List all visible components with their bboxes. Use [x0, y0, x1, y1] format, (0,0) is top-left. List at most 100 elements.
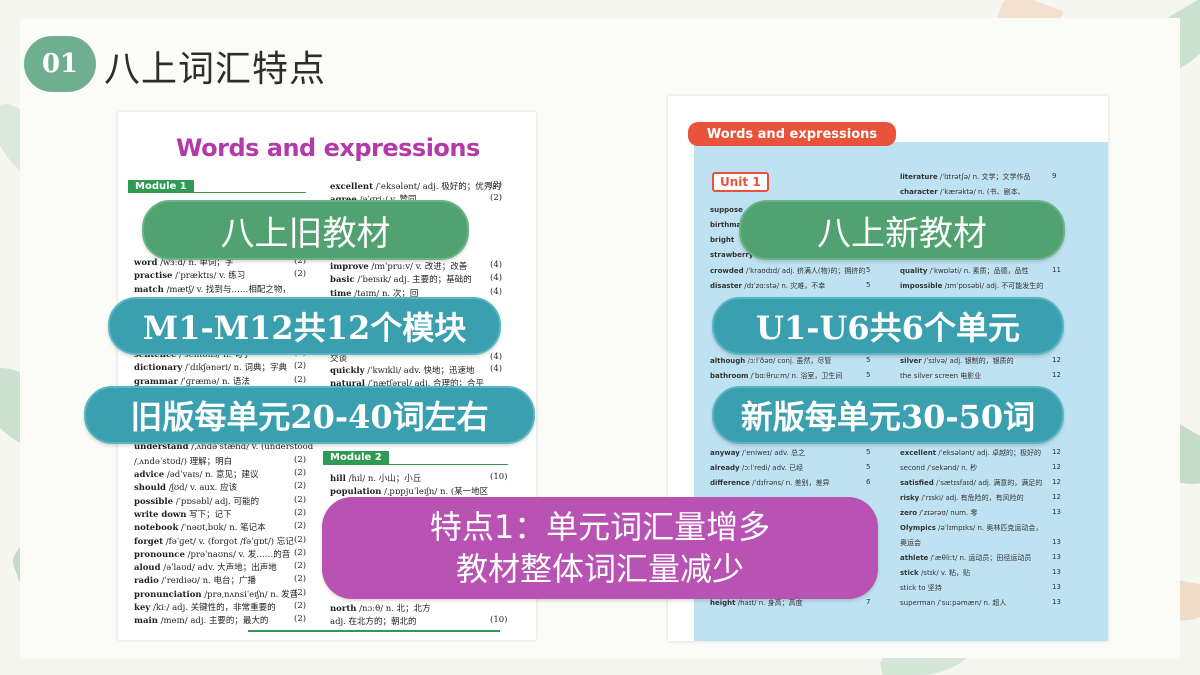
old-modules-label: M1-M12共12个模块	[108, 297, 501, 355]
vocab-page-number: (10)	[490, 472, 508, 482]
vocab-page-number: (2)	[294, 587, 307, 598]
vocab-entry: pronunciation /prəˌnʌnsiˈeɪʃn/ n. 发音	[134, 588, 298, 600]
vocab-entry: already /ɔːlˈredi/ adv. 已经	[710, 463, 803, 473]
vocab-word: excellent	[330, 182, 374, 192]
vocab-entry: disaster /dɪˈzɑːstə/ n. 灾难，不幸	[710, 281, 825, 291]
vocab-word: risky	[900, 494, 920, 502]
vocab-page-number: 7	[866, 598, 871, 606]
old-page-heading: Words and expressions	[176, 134, 480, 162]
vocab-page-number: (2)	[490, 180, 503, 190]
vocab-definition: adj. 在北方的；朝北的	[330, 617, 417, 628]
vocab-page-number: 13	[1052, 508, 1061, 516]
vocab-entry: bathroom /ˈbɑːθruːm/ n. 浴室，卫生间	[710, 371, 842, 381]
vocab-entry: practise /ˈpræktɪs/ v. 练习	[134, 269, 245, 281]
vocab-word: although	[710, 357, 746, 365]
vocab-page-number: (2)	[294, 481, 307, 492]
new-words-label: 新版每单元30-50词	[712, 386, 1064, 444]
vocab-page-number: (2)	[294, 468, 307, 478]
vocab-word: should	[134, 483, 166, 494]
vocab-word: already	[710, 464, 740, 472]
vocab-word: forget	[134, 536, 164, 547]
vocab-page-number: 9	[1052, 172, 1057, 180]
vocab-entry: hill /hɪl/ n. 小山；小丘	[330, 472, 421, 484]
vocab-entry: match /mætʃ/ v. 找到与……相配之物，	[134, 283, 291, 295]
vocab-entry: second /ˈsekənd/ n. 秒	[900, 463, 977, 473]
page-bottom-rule	[248, 630, 500, 632]
vocab-word: improve	[330, 262, 369, 272]
vocab-definition: /ˈnəʊtˌbʊk/ n. 笔记本	[178, 523, 266, 534]
vocab-entry: notebook /ˈnəʊtˌbʊk/ n. 笔记本	[134, 521, 266, 533]
vocab-entry: silver /ˈsɪlvə/ adj. 银制的，银质的	[900, 356, 1014, 366]
vocab-entry: key /kiː/ adj. 关键性的，非常重要的	[134, 601, 276, 613]
vocab-page-number: 13	[1052, 583, 1061, 591]
vocab-page-number: 13	[1052, 568, 1061, 576]
vocab-definition: /ɪmˈpruːv/ v. 改进；改善	[368, 262, 468, 272]
vocab-definition: /ˈpɒsəbl/ adj. 可能的	[173, 496, 259, 507]
vocab-word: silver	[900, 357, 922, 365]
vocab-page-number: 6	[866, 478, 871, 486]
vocab-definition: the silver screen 电影业	[900, 372, 982, 380]
vocab-word: population	[330, 487, 382, 498]
vocab-entry: write down 写下；记下	[134, 508, 232, 520]
vocab-entry: 奥运会	[900, 538, 921, 548]
vocab-entry: radio /ˈreɪdiəʊ/ n. 电台；广播	[134, 574, 256, 586]
vocab-entry: literature /ˈlɪtrətʃə/ n. 文学；文学作品	[900, 172, 1030, 182]
vocab-entry: athlete /ˈæθliːt/ n. 运动员；田径运动员	[900, 553, 1031, 563]
vocab-page-number: 12	[1052, 463, 1061, 471]
vocab-definition: stick to 坚持	[900, 584, 942, 592]
vocab-entry: stick /stɪk/ v. 粘，贴	[900, 568, 970, 578]
vocab-definition: /dɪˈzɑːstə/ n. 灾难，不幸	[742, 282, 826, 290]
vocab-page-number: 5	[866, 266, 871, 274]
vocab-page-number: 5	[866, 356, 871, 364]
vocab-word: athlete	[900, 554, 929, 562]
vocab-entry: aloud /əˈlaʊd/ adv. 大声地；出声地	[134, 561, 277, 573]
vocab-definition: /ˈkraʊdɪd/ adj. 挤满人(物)的；拥挤的	[743, 267, 866, 275]
vocab-page-number: (2)	[294, 561, 307, 572]
vocab-word: bathroom	[710, 372, 749, 380]
vocab-entry: difference /ˈdɪfrəns/ n. 差别，差异	[710, 478, 830, 488]
vocab-word: word	[134, 258, 158, 268]
vocab-word: anyway	[710, 449, 740, 457]
vocab-page-number: (2)	[294, 269, 307, 280]
vocab-word: match	[134, 284, 164, 295]
vocab-page-number: 12	[1052, 448, 1061, 456]
vocab-definition: /haɪt/ n. 身高；高度	[735, 599, 803, 607]
vocab-definition: /ˈsætɪsfaɪd/ adj. 满意的，满足的	[933, 479, 1043, 487]
vocab-word: stick	[900, 569, 919, 577]
vocab-definition: /ˈkwɪkli/ adv. 快地；迅速地	[364, 366, 475, 376]
vocab-entry: although /ɔːlˈðəʊ/ conj. 虽然，尽管	[710, 356, 831, 366]
vocab-page-number: 13	[1052, 598, 1061, 606]
vocab-page-number: 12	[1052, 356, 1061, 364]
vocab-definition: /hɪl/ n. 小山；小丘	[345, 474, 422, 484]
vocab-definition: /ˈreɪdiəʊ/ n. 电台；广播	[158, 576, 256, 587]
vocab-definition: /ˈbeɪsɪk/ adj. 主要的；基础的	[354, 275, 472, 286]
vocab-entry: main /meɪn/ adj. 主要的；最大的	[134, 614, 268, 626]
vocab-definition: /fəˈɡet/ v. (forgot /fəˈɡɒt/) 忘记	[163, 536, 294, 547]
vocab-definition: /stɪk/ v. 粘，贴	[918, 569, 970, 577]
vocab-word: birthma	[710, 221, 742, 229]
vocab-word: zero	[900, 509, 918, 517]
section-number-badge: 01	[24, 36, 96, 92]
vocab-page-number: (4)	[490, 286, 503, 297]
vocab-entry: forget /fəˈɡet/ v. (forgot /fəˈɡɒt/) 忘记	[134, 535, 294, 547]
vocab-page-number: (4)	[490, 273, 503, 284]
vocab-word: write down	[134, 509, 187, 520]
vocab-page-number: (2)	[294, 374, 307, 385]
vocab-page-number: (2)	[294, 455, 307, 466]
unit-1-tag: Unit 1	[712, 172, 769, 192]
vocab-page-number: 13	[1052, 538, 1061, 546]
vocab-page-number: 12	[1052, 478, 1061, 486]
vocab-definition: /ˈlɪtrətʃə/ n. 文学；文学作品	[937, 173, 1031, 181]
vocab-entry: height /haɪt/ n. 身高；高度	[710, 598, 803, 608]
vocab-entry: quality /ˈkwɒləti/ n. 素质；品德，品性	[900, 266, 1029, 276]
vocab-definition: /kiː/ adj. 关键性的，非常重要的	[150, 603, 276, 613]
vocab-page-number: 11	[1052, 266, 1061, 274]
vocab-page-number: (2)	[294, 507, 307, 518]
old-words-label: 旧版每单元20-40词左右	[84, 386, 535, 444]
vocab-page-number: 12	[1052, 493, 1061, 501]
vocab-word: height	[710, 599, 736, 607]
vocab-entry: excellent /ˈeksələnt/ adj. 极好的；优秀的	[330, 180, 501, 192]
vocab-definition: /ˈeniweɪ/ adv. 总之	[739, 449, 806, 457]
vocab-entry: should /ʃʊd/ v. aux. 应该	[134, 481, 237, 493]
vocab-definition: /ɔːlˈredi/ adv. 已经	[739, 464, 804, 472]
